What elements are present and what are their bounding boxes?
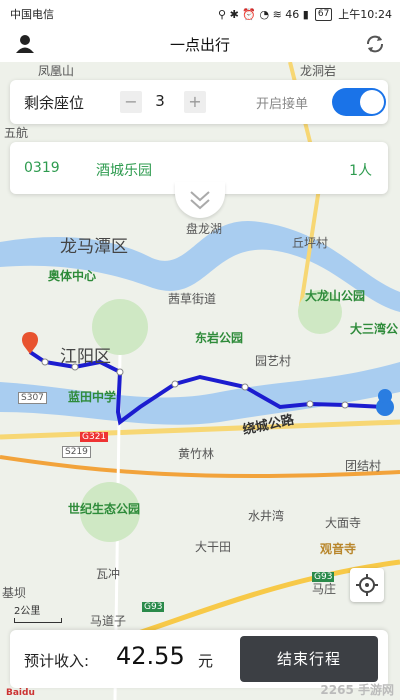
map-label: 观音寺: [320, 542, 357, 556]
expand-button[interactable]: [175, 182, 225, 218]
map-label: 奥体中心: [48, 269, 97, 283]
status-bar: 中国电信 ⚲ ✱ ⏰ ◔ ≋ 46 ▮ 67 上午10:24: [0, 0, 400, 26]
seat-card: 剩余座位 − 3 + 开启接单: [10, 80, 388, 124]
income-unit: 元: [198, 652, 214, 670]
map-label: 大三湾公: [350, 322, 399, 336]
refresh-icon[interactable]: [364, 34, 386, 54]
map-label: 马道子: [90, 614, 127, 628]
map-label: 马庄: [312, 582, 337, 596]
watermark: 2265 手游网: [320, 683, 394, 697]
income-label: 预计收入:: [24, 652, 90, 670]
district-label: 龙马潭区: [60, 237, 128, 257]
map-label: 丘坪村: [292, 236, 329, 250]
road-shield: G93: [142, 602, 165, 612]
seat-plus-button[interactable]: +: [184, 91, 206, 113]
baidu-logo: Baidu: [6, 688, 35, 698]
map-label: 黄竹林: [178, 447, 215, 461]
page-title: 一点出行: [169, 36, 230, 54]
map-label: 盘龙湖: [186, 222, 223, 236]
seats-label: 剩余座位: [24, 94, 85, 112]
road-shield: G93: [312, 572, 335, 582]
map-label: 世纪生态公园: [68, 502, 141, 516]
clock: 上午10:24: [338, 8, 392, 21]
map-label: 蓝田中学: [68, 390, 117, 404]
crosshair-icon: [356, 574, 378, 596]
locate-button[interactable]: [350, 568, 384, 602]
map-label: 大面寺: [325, 516, 362, 530]
map-label: 水井湾: [248, 509, 285, 523]
map-label: 凤凰山: [38, 64, 75, 78]
top-navbar: 一点出行: [0, 26, 400, 62]
seat-minus-button[interactable]: −: [120, 91, 142, 113]
income-value: 42.55: [116, 642, 185, 670]
status-icons: ⚲ ✱ ⏰ ◔ ≋ 46 ▮: [218, 7, 309, 21]
map-label: 园艺村: [255, 354, 292, 368]
accept-orders-label: 开启接单: [256, 97, 309, 112]
order-id: 0319: [24, 160, 60, 176]
start-marker-icon: [22, 332, 38, 354]
map-scale: 2公里: [14, 602, 62, 623]
map-label: 瓦冲: [96, 567, 121, 581]
order-passenger-count: 1人: [349, 163, 372, 179]
map-label: 大干田: [195, 540, 232, 554]
order-destination: 酒城乐园: [96, 163, 152, 179]
chevron-down-icon: [190, 191, 210, 210]
carrier-label: 中国电信: [10, 8, 54, 21]
map-label: 大龙山公园: [305, 289, 366, 303]
seat-count: 3: [155, 92, 165, 110]
map-label: 基坝: [2, 586, 27, 600]
map-label: 团结村: [345, 459, 382, 473]
map-label: 龙洞岩: [300, 64, 337, 78]
road-shield: S219: [62, 446, 91, 458]
map-label: 东岩公园: [195, 331, 244, 345]
road-shield: G321: [80, 432, 109, 442]
end-trip-button[interactable]: 结束行程: [240, 636, 378, 682]
trip-footer: 预计收入: 42.55 元 结束行程: [10, 630, 388, 688]
road-shield: S307: [18, 392, 47, 404]
map-label: 茜草街道: [168, 292, 217, 306]
map-label: 五航: [4, 126, 29, 140]
battery-icon: 67: [314, 7, 333, 21]
district-label: 江阳区: [60, 347, 111, 367]
accept-orders-toggle[interactable]: [332, 88, 386, 116]
